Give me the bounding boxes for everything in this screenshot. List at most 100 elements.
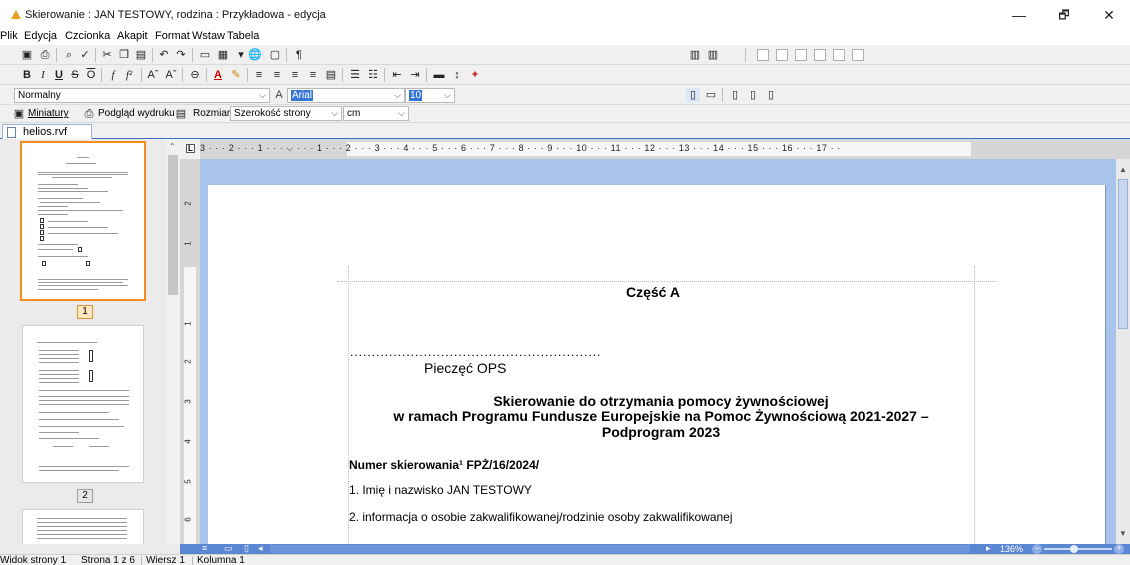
scroll-up-icon[interactable]: ⌃ <box>169 142 176 151</box>
image-icon[interactable]: ▭ <box>198 48 212 62</box>
column-icon[interactable]: ▥ <box>688 48 702 62</box>
cut-icon[interactable]: ✂ <box>100 48 114 62</box>
column-split-icon[interactable]: ▥ <box>706 48 720 62</box>
grid-box[interactable] <box>776 49 788 61</box>
minimize-button[interactable]: — <box>997 4 1041 26</box>
dropdown-arrow-icon[interactable]: ▾ <box>234 48 248 62</box>
tab-stop-selector[interactable]: L <box>180 139 200 159</box>
document-scrollbar[interactable]: ▲ ▼ <box>1116 159 1130 544</box>
print-icon[interactable]: ⎙ <box>38 48 52 62</box>
page-thumbnail-2[interactable] <box>22 325 144 483</box>
grid-box[interactable] <box>795 49 807 61</box>
increase-indent-icon[interactable]: ⇥ <box>408 68 422 82</box>
scroll-left-icon[interactable]: ◂ <box>258 543 263 554</box>
zoom-mode-select[interactable]: Szerokość strony ⌵ <box>230 106 342 121</box>
zoom-knob[interactable] <box>1070 545 1078 553</box>
hyperlink-icon[interactable]: 🌐 <box>248 48 262 62</box>
overline-icon[interactable]: O <box>84 68 98 82</box>
grid-box[interactable] <box>757 49 769 61</box>
save-icon[interactable]: ▣ <box>20 48 34 62</box>
spellcheck-icon[interactable]: ✓ <box>78 48 92 62</box>
tab-helios[interactable]: helios.rvf <box>2 124 92 139</box>
draft-view-icon[interactable]: ▯ <box>244 543 249 554</box>
horizontal-scrollbar[interactable]: ≡ ▭ ▯ ◂ ▸ <box>180 543 1130 554</box>
underline-icon[interactable]: U <box>52 68 66 82</box>
document-page[interactable]: Część A ................................… <box>208 185 1105 544</box>
footnote-icon[interactable]: ▯ <box>764 88 778 102</box>
distributed-icon[interactable]: ▤ <box>324 68 338 82</box>
scroll-right-icon[interactable]: ▸ <box>986 543 991 554</box>
object-icon[interactable]: ▢ <box>268 48 282 62</box>
thumbnails-button[interactable]: Miniatury <box>28 108 69 119</box>
grid-box[interactable] <box>833 49 845 61</box>
page-number-2[interactable]: 2 <box>77 489 93 503</box>
redo-icon[interactable]: ↷ <box>174 48 188 62</box>
align-center-icon[interactable]: ≡ <box>270 68 284 82</box>
align-left-icon[interactable]: ≡ <box>252 68 266 82</box>
page-view-icon[interactable]: ▯ <box>686 88 700 102</box>
font-select[interactable]: Arial ⌵ <box>287 88 405 103</box>
grow-font-icon[interactable]: Aˆ <box>146 68 160 82</box>
shrink-font-icon[interactable]: Aˇ <box>164 68 178 82</box>
numbering-icon[interactable]: ☷ <box>366 68 380 82</box>
bold-icon[interactable]: B <box>20 68 34 82</box>
status-bar: Widok strony 1 Strona 1 z 6 Wiersz 1 Kol… <box>0 554 1130 565</box>
menu-table[interactable]: Tabela <box>227 30 259 42</box>
menu-paragraph[interactable]: Akapit <box>117 30 148 42</box>
font-color-icon[interactable]: A <box>211 68 225 82</box>
zoom-in-icon[interactable]: + <box>1114 544 1124 554</box>
menu-file[interactable]: Plik <box>0 30 18 42</box>
maximize-button[interactable]: 🗗 <box>1042 4 1086 26</box>
italic-icon[interactable]: I <box>36 68 50 82</box>
page-thumbnail-1[interactable] <box>20 141 146 301</box>
menu-insert[interactable]: Wstaw <box>192 30 225 42</box>
horizontal-ruler[interactable]: 3 · · · 2 · · · 1 · · · ⌵ · · · 1 · · · … <box>200 139 1130 159</box>
page-view-icon[interactable]: ≡ <box>202 543 207 553</box>
link-icon[interactable]: ⊖ <box>188 68 202 82</box>
menu-edit[interactable]: Edycja <box>24 30 57 42</box>
scrollbar-thumb[interactable] <box>1118 179 1128 329</box>
superscript-icon[interactable]: f² <box>122 68 136 82</box>
scrollbar-thumb[interactable] <box>168 155 178 295</box>
zoom-slider[interactable]: − + <box>1030 544 1125 554</box>
vertical-ruler[interactable]: 2 1 1 2 3 4 5 6 <box>180 159 200 544</box>
grid-box[interactable] <box>852 49 864 61</box>
scroll-down-icon[interactable]: ▼ <box>1119 529 1127 538</box>
chevron-down-icon: ⌵ <box>444 90 451 100</box>
scrollbar-thumb[interactable] <box>270 545 970 553</box>
table-icon[interactable]: ▦ <box>216 48 230 62</box>
decrease-indent-icon[interactable]: ⇤ <box>390 68 404 82</box>
highlight-icon[interactable]: ✎ <box>229 68 243 82</box>
web-view-icon[interactable]: ▭ <box>704 88 718 102</box>
thumbnails-scrollbar[interactable]: ⌃ <box>166 139 180 554</box>
copy-icon[interactable]: ❐ <box>117 48 131 62</box>
align-justify-icon[interactable]: ≡ <box>306 68 320 82</box>
close-button[interactable]: ✕ <box>1087 4 1130 26</box>
pilcrow-icon[interactable]: ¶ <box>292 48 306 62</box>
align-right-icon[interactable]: ≡ <box>288 68 302 82</box>
ruler-active-area <box>184 267 196 544</box>
undo-icon[interactable]: ↶ <box>157 48 171 62</box>
unit-select[interactable]: cm ⌵ <box>343 106 409 121</box>
toolbar-separator <box>745 48 746 62</box>
strikethrough-icon[interactable]: S <box>68 68 82 82</box>
paste-icon[interactable]: ▤ <box>134 48 148 62</box>
font-size-select[interactable]: 10 ⌵ <box>405 88 455 103</box>
menu-format[interactable]: Format <box>155 30 190 42</box>
paint-format-icon[interactable]: ✦ <box>468 68 482 82</box>
menu-font[interactable]: Czcionka <box>65 30 110 42</box>
page-number-1[interactable]: 1 <box>77 305 93 319</box>
print-preview-button[interactable]: Podgląd wydruku <box>98 108 175 119</box>
bullets-icon[interactable]: ☰ <box>348 68 362 82</box>
web-view-icon[interactable]: ▭ <box>224 543 233 554</box>
grid-box[interactable] <box>814 49 826 61</box>
footer-icon[interactable]: ▯ <box>746 88 760 102</box>
style-select[interactable]: Normalny ⌵ <box>14 88 270 103</box>
header-icon[interactable]: ▯ <box>728 88 742 102</box>
line-spacing-icon[interactable]: ↕ <box>450 68 464 82</box>
subscript-icon[interactable]: f <box>106 68 120 82</box>
scroll-up-icon[interactable]: ▲ <box>1119 165 1127 174</box>
find-icon[interactable]: ⌕ <box>62 48 76 62</box>
zoom-out-icon[interactable]: − <box>1032 544 1042 554</box>
paragraph-format-icon[interactable]: ▬ <box>432 68 446 82</box>
